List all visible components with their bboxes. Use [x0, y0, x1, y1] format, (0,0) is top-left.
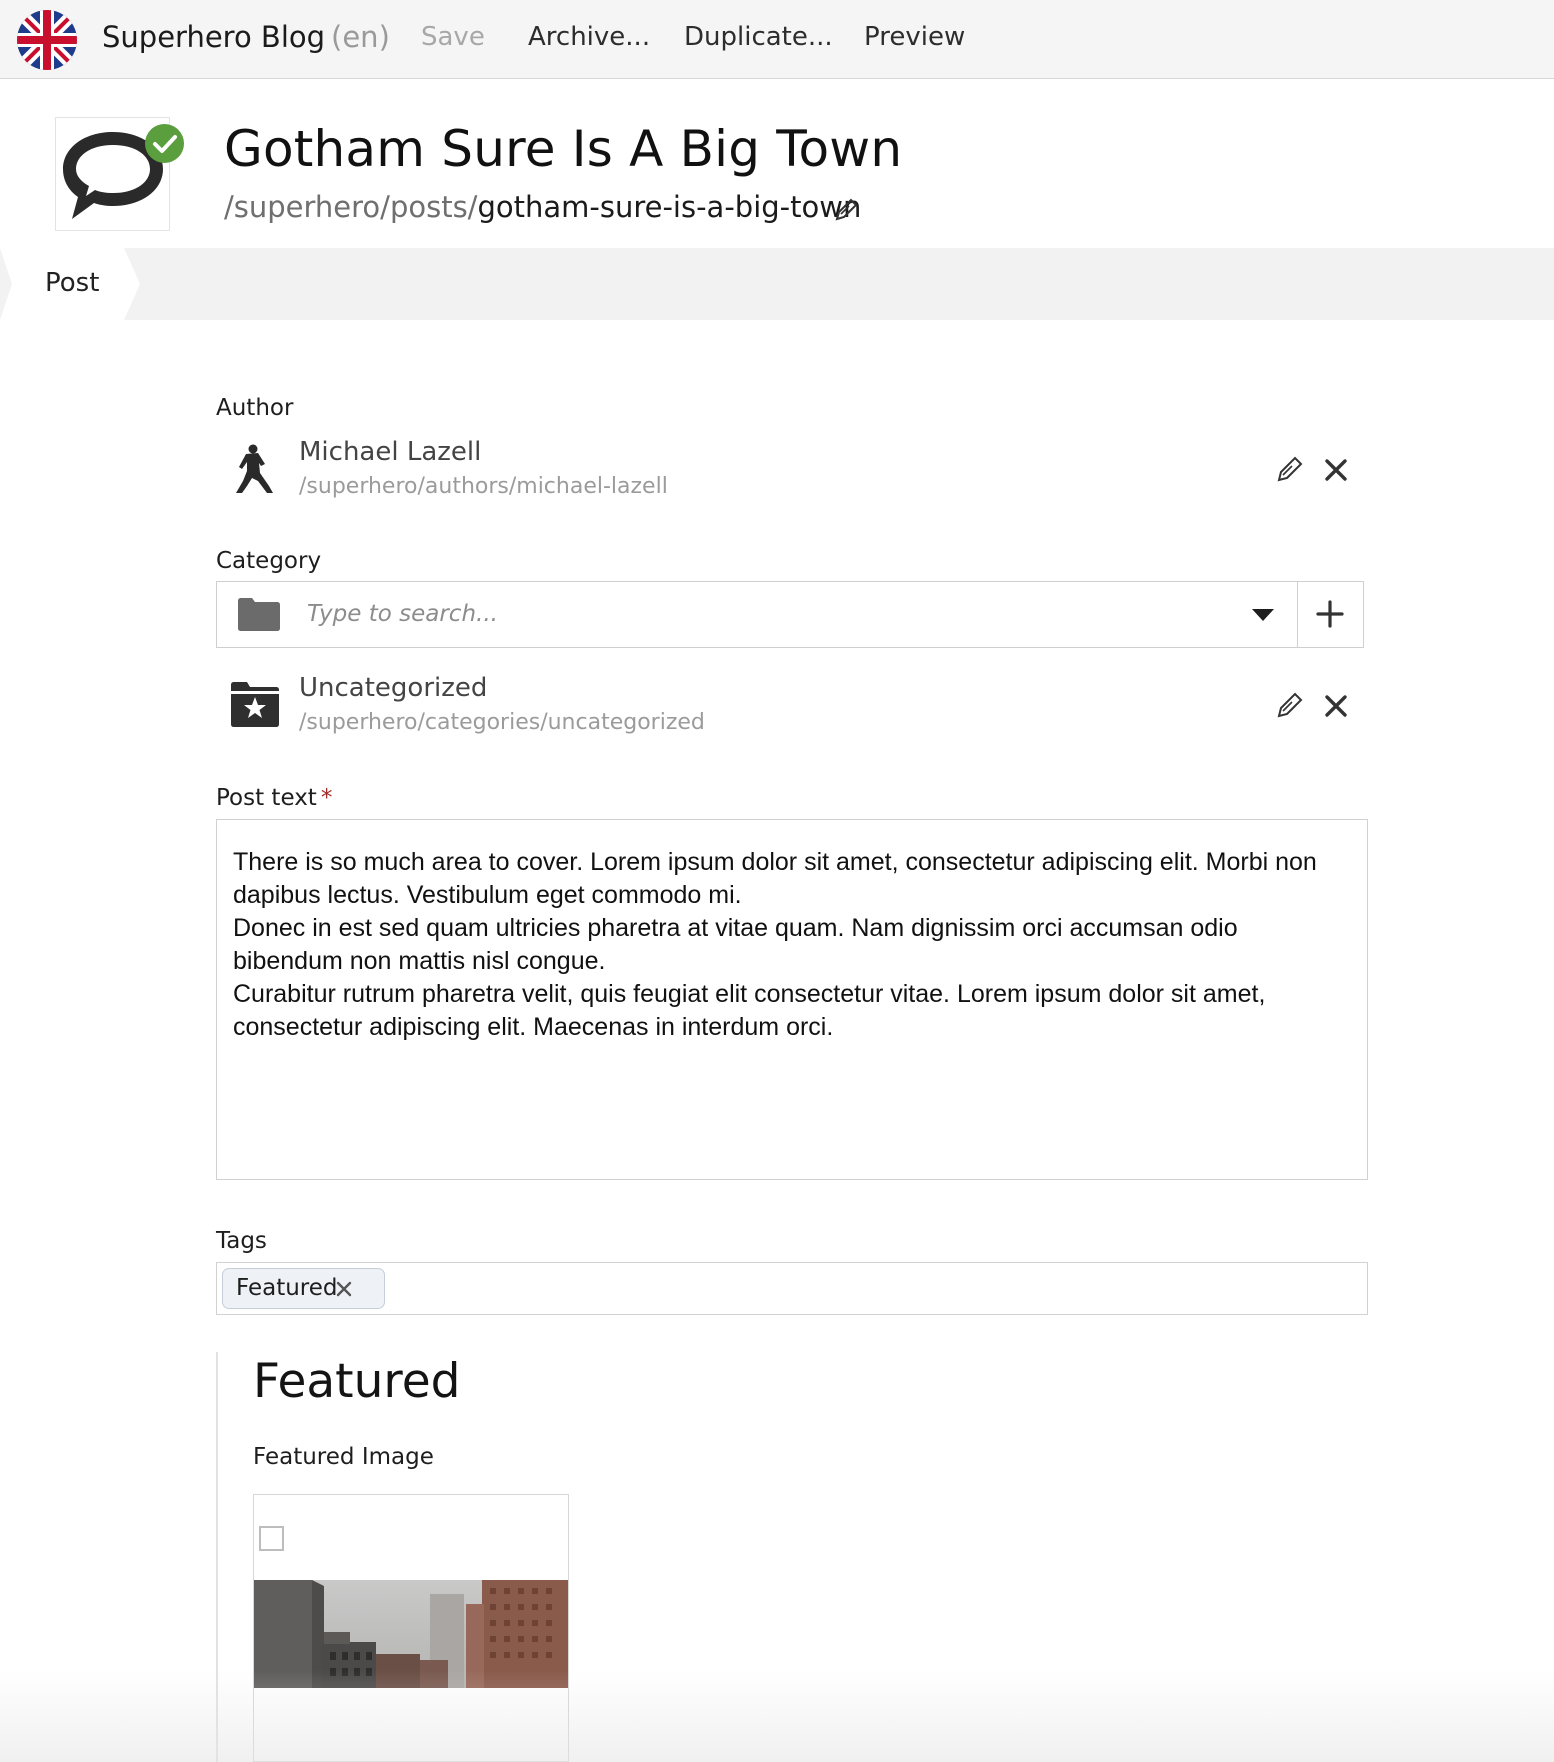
tags-input[interactable] — [216, 1262, 1368, 1315]
folder-star-icon — [228, 677, 282, 731]
category-name: Uncategorized — [299, 673, 488, 703]
tab-post-label: Post — [45, 268, 100, 298]
page-slug: /superhero/posts/gotham-sure-is-a-big-to… — [224, 190, 861, 224]
image-select-checkbox[interactable] — [259, 1526, 284, 1551]
category-path: /superhero/categories/uncategorized — [299, 710, 705, 735]
featured-image-thumbnail[interactable] — [254, 1580, 568, 1688]
tags-label: Tags — [216, 1228, 267, 1254]
featured-image-label: Featured Image — [253, 1444, 434, 1470]
folder-icon — [238, 597, 280, 631]
slug-prefix: /superhero/posts/ — [224, 190, 478, 224]
slug-value: gotham-sure-is-a-big-town — [477, 190, 862, 224]
published-check-icon — [145, 124, 184, 163]
remove-category-close-icon[interactable] — [1320, 690, 1352, 722]
post-text-paragraph: Curabitur rutrum pharetra velit, quis fe… — [233, 980, 1266, 1041]
uk-flag-icon[interactable] — [17, 10, 77, 70]
remove-tag-close-icon[interactable] — [334, 1279, 354, 1299]
edit-author-pencil-icon[interactable] — [1273, 454, 1305, 486]
save-button[interactable]: Save — [421, 22, 485, 52]
category-search-input[interactable] — [307, 596, 1107, 632]
featured-heading: Featured — [253, 1354, 461, 1409]
post-text-editor[interactable]: There is so much area to cover. Lorem ip… — [216, 819, 1368, 1180]
post-text-label-text: Post text — [216, 785, 317, 811]
category-label: Category — [216, 548, 322, 574]
site-title: Superhero Blog (en) — [102, 20, 390, 54]
featured-section-rule — [216, 1352, 218, 1762]
bottom-fade-overlay — [0, 1670, 1554, 1762]
author-name: Michael Lazell — [299, 437, 482, 467]
author-label: Author — [216, 395, 294, 421]
pencil-icon[interactable] — [832, 196, 860, 224]
duplicate-button[interactable]: Duplicate... — [684, 22, 833, 52]
tab-strip — [0, 248, 1554, 320]
edit-category-pencil-icon[interactable] — [1273, 690, 1305, 722]
add-category-plus-icon[interactable] — [1315, 599, 1345, 629]
tag-chip: Featured — [222, 1268, 385, 1309]
search-separator — [1297, 581, 1298, 648]
preview-button[interactable]: Preview — [864, 22, 965, 52]
post-text-paragraph: There is so much area to cover. Lorem ip… — [233, 848, 1317, 909]
required-marker: * — [320, 785, 333, 811]
post-text-label: Post text * — [216, 785, 332, 811]
page-title: Gotham Sure Is A Big Town — [224, 120, 903, 178]
superhero-figure-icon — [228, 442, 282, 496]
site-locale: (en) — [331, 20, 390, 54]
author-path: /superhero/authors/michael-lazell — [299, 474, 668, 499]
site-name: Superhero Blog — [102, 20, 326, 54]
post-text-paragraph: Donec in est sed quam ultricies pharetra… — [233, 914, 1238, 975]
archive-button[interactable]: Archive... — [528, 22, 650, 52]
remove-author-close-icon[interactable] — [1320, 454, 1352, 486]
chevron-down-icon[interactable] — [1252, 607, 1274, 621]
